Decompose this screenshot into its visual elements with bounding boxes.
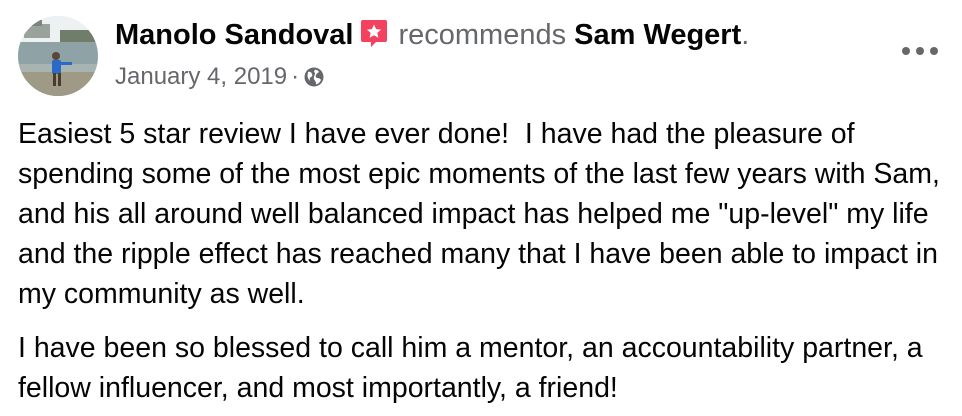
recommends-label: recommends <box>398 19 567 51</box>
post-paragraph: Easiest 5 star review I have ever done! … <box>18 118 948 310</box>
more-options-icon <box>902 47 938 55</box>
meta-separator: · <box>291 63 300 90</box>
more-options-button[interactable] <box>898 36 942 66</box>
post-paragraph: I have been so blessed to call him a men… <box>18 332 931 404</box>
post-header: Manolo Sandoval recommends Sam Wegert. <box>115 17 749 53</box>
target-suffix: . <box>741 19 750 51</box>
post-meta: January 4, 2019 · <box>115 62 325 92</box>
post-date[interactable]: January 4, 2019 <box>115 63 287 90</box>
recommended-page-name[interactable]: Sam Wegert <box>574 19 741 51</box>
recommend-star-icon <box>359 18 389 48</box>
author-name[interactable]: Manolo Sandoval <box>115 19 353 51</box>
post-body: Easiest 5 star review I have ever done! … <box>18 114 953 408</box>
globe-icon[interactable] <box>303 66 325 88</box>
recommendation-post: Manolo Sandoval recommends Sam Wegert. J… <box>0 0 962 416</box>
avatar[interactable] <box>18 16 98 96</box>
